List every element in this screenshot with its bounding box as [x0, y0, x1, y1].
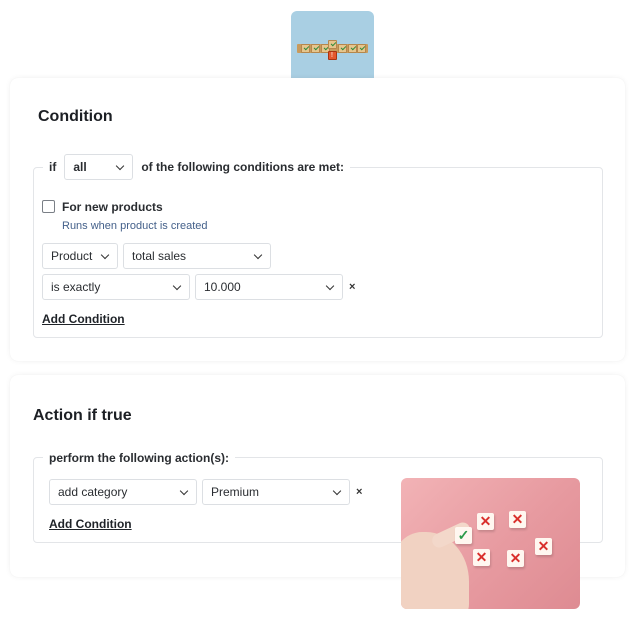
chevron-down-icon — [325, 281, 335, 291]
remove-condition-icon[interactable]: × — [349, 281, 355, 293]
action-value-select[interactable]: Premium — [202, 479, 350, 505]
cross-die-icon: ✕ — [507, 550, 524, 567]
check-cube — [357, 44, 366, 53]
entity-select-value: Product — [51, 249, 93, 263]
warning-cube — [328, 51, 337, 60]
field-select-value: total sales — [132, 249, 187, 263]
chevron-down-icon — [253, 250, 263, 260]
cross-die-icon: ✕ — [477, 513, 494, 530]
field-select[interactable]: total sales — [123, 243, 271, 269]
add-action-link[interactable]: Add Condition — [49, 517, 132, 531]
remove-action-icon[interactable]: × — [356, 486, 362, 498]
cross-die-icon: ✕ — [473, 549, 490, 566]
chevron-down-icon — [116, 161, 125, 171]
check-cube — [301, 44, 310, 53]
chevron-down-icon — [100, 250, 110, 260]
operator-select[interactable]: is exactly — [42, 274, 190, 300]
new-products-hint: Runs when product is created — [62, 220, 208, 232]
action-title: Action if true — [33, 407, 132, 424]
add-condition-link[interactable]: Add Condition — [42, 312, 125, 326]
top-thumbnail-image — [291, 11, 374, 78]
actions-legend: perform the following action(s): — [43, 450, 235, 465]
action-type-select[interactable]: add category — [49, 479, 197, 505]
chevron-down-icon — [179, 486, 189, 496]
new-products-label: For new products — [62, 200, 163, 214]
match-select-value: all — [73, 160, 87, 174]
bottom-photo-image: ✓ ✕ ✕ ✕ ✕ ✕ — [401, 478, 580, 609]
cross-die-icon: ✕ — [535, 538, 552, 555]
new-products-checkbox[interactable] — [42, 200, 55, 213]
chevron-down-icon — [172, 281, 182, 291]
conditions-legend: if all of the following conditions are m… — [43, 153, 351, 181]
check-die-icon: ✓ — [455, 527, 472, 544]
value-select-value: 10.000 — [204, 280, 241, 294]
legend-if: if — [49, 160, 57, 174]
action-value-select-value: Premium — [211, 485, 260, 499]
chevron-down-icon — [332, 486, 342, 496]
check-cube — [338, 44, 347, 53]
check-cube — [328, 40, 337, 49]
legend-suffix: of the following conditions are met: — [141, 160, 345, 174]
check-cube — [311, 44, 320, 53]
action-type-select-value: add category — [58, 485, 128, 499]
value-select[interactable]: 10.000 — [195, 274, 343, 300]
check-cube — [348, 44, 357, 53]
match-select[interactable]: all — [64, 154, 134, 180]
operator-select-value: is exactly — [51, 280, 101, 294]
entity-select[interactable]: Product — [42, 243, 118, 269]
condition-title: Condition — [38, 108, 113, 125]
cross-die-icon: ✕ — [509, 511, 526, 528]
